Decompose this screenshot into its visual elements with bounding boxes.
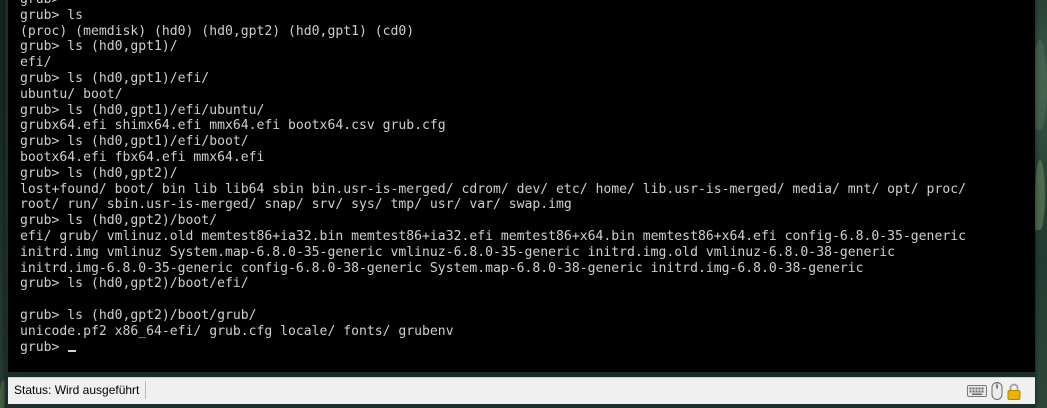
terminal-line: grub> ls (hd0,gpt2)/boot/: [20, 213, 218, 229]
terminal-line: grub> ls (hd0,gpt1)/efi/boot/: [20, 134, 249, 150]
terminal-line: grub> ls (hd0,gpt2)/boot/efi/: [20, 276, 249, 292]
terminal-line: grub> ls (hd0,gpt2)/: [20, 165, 178, 181]
terminal-line: unicode.pf2 x86_64-efi/ grub.cfg locale/…: [20, 323, 454, 339]
terminal-line: grub> ls (hd0,gpt1)/efi/ubuntu/: [20, 102, 265, 118]
terminal-line: grub> ls (hd0,gpt1)/: [20, 39, 178, 55]
terminal-line: (proc) (memdisk) (hd0) (hd0,gpt2) (hd0,g…: [20, 23, 415, 39]
terminal-line: lost+found/ boot/ bin lib lib64 sbin bin…: [20, 181, 966, 197]
status-text: Status: Wird ausgeführt: [11, 381, 147, 399]
terminal-line: efi/ grub/ vmlinuz.old memtest86+ia32.bi…: [20, 228, 966, 244]
terminal-prompt: grub>: [20, 339, 68, 355]
text-cursor: [68, 349, 77, 352]
terminal-line: initrd.img-6.8.0-35-generic config-6.8.0…: [20, 260, 864, 276]
terminal-line: grubx64.efi shimx64.efi mmx64.efi bootx6…: [20, 118, 446, 134]
terminal-prompt-line[interactable]: grub>: [20, 340, 966, 356]
status-bar: Status: Wird ausgeführt: [8, 377, 1035, 404]
terminal-line: ubuntu/ boot/: [20, 86, 123, 102]
keyboard-icon[interactable]: [967, 385, 987, 397]
lock-icon[interactable]: [1007, 383, 1021, 400]
terminal-line: bootx64.efi fbx64.efi mmx64.efi: [20, 149, 265, 165]
wallpaper-leaf: [1033, 40, 1047, 130]
terminal-line: grub> ls (hd0,gpt1)/efi/: [20, 70, 210, 86]
status-icons: [967, 382, 1021, 400]
grub-terminal[interactable]: grub>grub> ls(proc) (memdisk) (hd0) (hd0…: [8, 0, 1035, 372]
terminal-line: initrd.img vmlinuz System.map-6.8.0-35-g…: [20, 244, 896, 260]
desktop-background: grub>grub> ls(proc) (memdisk) (hd0) (hd0…: [0, 0, 1047, 408]
terminal-line: grub> ls (hd0,gpt2)/boot/grub/: [20, 307, 257, 323]
wallpaper-leaf: [1035, 160, 1045, 230]
terminal-output: grub>grub> ls(proc) (memdisk) (hd0) (hd0…: [20, 0, 966, 355]
mouse-icon[interactable]: [991, 382, 1003, 400]
terminal-line: grub>: [20, 0, 966, 8]
terminal-line: grub> ls: [20, 7, 84, 23]
terminal-line: efi/: [20, 55, 52, 71]
terminal-line: root/ run/ sbin.usr-is-merged/ snap/ srv…: [20, 197, 572, 213]
